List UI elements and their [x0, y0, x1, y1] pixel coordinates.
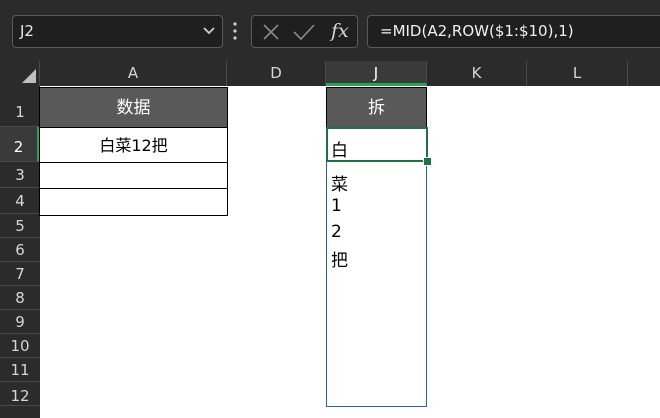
- confirm-check-icon[interactable]: [292, 23, 316, 41]
- more-options-icon[interactable]: [232, 21, 238, 41]
- column-header-j[interactable]: J: [326, 61, 427, 86]
- row-header-9[interactable]: 9: [0, 310, 40, 334]
- column-header-k[interactable]: K: [427, 61, 527, 86]
- name-box-value: J2: [20, 22, 34, 40]
- column-header-d[interactable]: D: [227, 61, 326, 86]
- row-header-1[interactable]: 1: [0, 86, 40, 127]
- formula-text: =MID(A2,ROW($1:$10),1): [380, 22, 574, 40]
- cell-j5[interactable]: 2: [331, 222, 342, 242]
- row-header-8[interactable]: 8: [0, 286, 40, 310]
- row-header-4[interactable]: 4: [0, 188, 40, 214]
- row-header-6[interactable]: 6: [0, 238, 40, 262]
- cell-a1[interactable]: 数据: [39, 87, 228, 128]
- cell-a3[interactable]: [39, 163, 228, 189]
- select-all-corner[interactable]: [0, 61, 40, 86]
- cell-j3[interactable]: 菜: [331, 170, 348, 195]
- formula-bar-area: J2 fx =MID(A2,ROW($1:$10),1): [0, 0, 660, 61]
- column-header-row: A D J K L: [0, 61, 660, 86]
- insert-function-icon[interactable]: fx: [331, 20, 349, 42]
- cell-j6[interactable]: 把: [331, 246, 348, 271]
- cell-j1[interactable]: 拆: [326, 87, 427, 128]
- row-header-12[interactable]: 12: [0, 382, 40, 406]
- row-header-column: 1 2 3 4 5 6 7 8 9 10 11 12: [0, 86, 40, 418]
- cell-a2[interactable]: 白菜12把: [39, 128, 228, 163]
- row-header-10[interactable]: 10: [0, 334, 40, 358]
- column-header-l[interactable]: L: [527, 61, 628, 86]
- cell-j4[interactable]: 1: [331, 196, 342, 216]
- cell-j2[interactable]: 白: [331, 136, 348, 161]
- row-header-11[interactable]: 11: [0, 358, 40, 382]
- row-header-5[interactable]: 5: [0, 214, 40, 238]
- chevron-down-icon[interactable]: [202, 24, 216, 38]
- select-all-triangle-icon: [22, 69, 36, 83]
- row-header-3[interactable]: 3: [0, 162, 40, 188]
- cell-a4[interactable]: [39, 189, 228, 216]
- formula-controls: fx: [251, 15, 358, 48]
- name-box[interactable]: J2: [12, 15, 223, 48]
- fill-handle[interactable]: [423, 157, 432, 166]
- column-header-a[interactable]: A: [40, 61, 227, 86]
- formula-input[interactable]: =MID(A2,ROW($1:$10),1): [367, 15, 660, 48]
- row-header-2[interactable]: 2: [0, 127, 40, 162]
- row-header-7[interactable]: 7: [0, 262, 40, 286]
- cancel-icon[interactable]: [261, 23, 281, 41]
